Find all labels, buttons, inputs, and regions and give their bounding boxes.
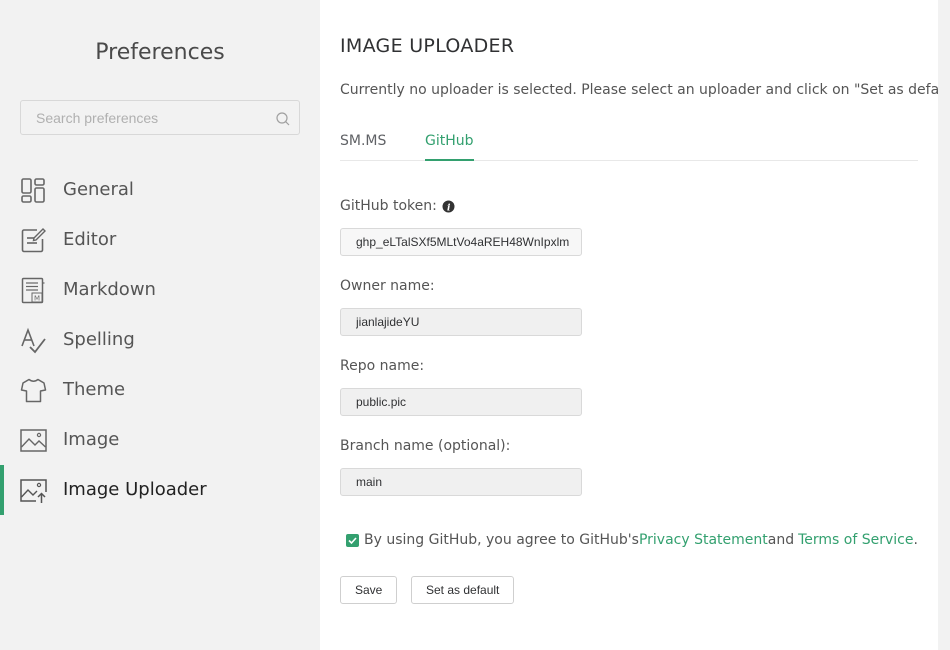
search-input[interactable] (21, 101, 271, 134)
repo-name-label: Repo name: (340, 358, 425, 374)
search-icon[interactable] (276, 112, 290, 126)
agreement-row: By using GitHub, you agree to GitHub's P… (346, 532, 918, 548)
agreement-period: . (913, 532, 918, 548)
sidebar-item-label: Image Uploader (63, 479, 207, 500)
sidebar-item-image[interactable]: Image (0, 415, 320, 465)
general-icon (21, 178, 45, 203)
svg-text:i: i (447, 203, 451, 213)
uploader-tabs: SM.MS GitHub (340, 130, 918, 161)
github-token-label: GitHub token: i (340, 198, 455, 214)
svg-text:M: M (34, 295, 40, 303)
page-title: IMAGE UPLOADER (340, 35, 515, 57)
sidebar-title: Preferences (95, 40, 225, 65)
set-as-default-button[interactable]: Set as default (411, 576, 515, 604)
uploader-notice: Currently no uploader is selected. Pleas… (340, 82, 950, 98)
sidebar: Preferences General Editor (0, 0, 320, 650)
sidebar-item-label: Image (63, 429, 120, 450)
privacy-statement-link[interactable]: Privacy Statement (639, 532, 768, 548)
repo-name-input[interactable] (340, 388, 582, 416)
branch-name-input[interactable] (340, 468, 582, 496)
markdown-icon: M (21, 277, 45, 304)
agreement-and: and (767, 532, 795, 548)
checkmark-icon (348, 536, 357, 544)
sidebar-item-editor[interactable]: Editor (0, 215, 320, 265)
sidebar-item-image-uploader[interactable]: Image Uploader (0, 465, 320, 515)
sidebar-item-label: Markdown (63, 279, 156, 300)
sidebar-nav: General Editor M Markdown Spelling Theme… (0, 165, 320, 515)
theme-icon (20, 378, 47, 403)
sidebar-item-label: Editor (63, 229, 117, 250)
sidebar-item-label: General (63, 179, 134, 200)
scrollbar[interactable] (938, 0, 950, 650)
save-button[interactable]: Save (340, 576, 398, 604)
sidebar-item-label: Spelling (63, 329, 135, 350)
tab-github[interactable]: GitHub (425, 133, 474, 161)
sidebar-item-spelling[interactable]: Spelling (0, 315, 320, 365)
owner-name-label: Owner name: (340, 278, 435, 294)
search-box (20, 100, 300, 135)
sidebar-item-label: Theme (63, 379, 126, 400)
github-token-label-text: GitHub token: (340, 198, 437, 214)
main-panel: IMAGE UPLOADER Currently no uploader is … (320, 0, 950, 650)
editor-icon (21, 228, 46, 253)
spelling-icon (21, 327, 46, 354)
agreement-checkbox[interactable] (346, 533, 359, 547)
info-icon[interactable]: i (442, 200, 455, 213)
tab-smms[interactable]: SM.MS (340, 133, 386, 161)
agreement-text: By using GitHub, you agree to GitHub's (364, 532, 639, 548)
github-token-input[interactable] (340, 228, 582, 256)
terms-of-service-link[interactable]: Terms of Service (798, 532, 913, 548)
branch-name-label: Branch name (optional): (340, 438, 511, 454)
sidebar-item-theme[interactable]: Theme (0, 365, 320, 415)
sidebar-item-markdown[interactable]: M Markdown (0, 265, 320, 315)
image-uploader-icon (20, 479, 47, 503)
owner-name-input[interactable] (340, 308, 582, 336)
sidebar-item-general[interactable]: General (0, 165, 320, 215)
image-icon (20, 429, 47, 452)
